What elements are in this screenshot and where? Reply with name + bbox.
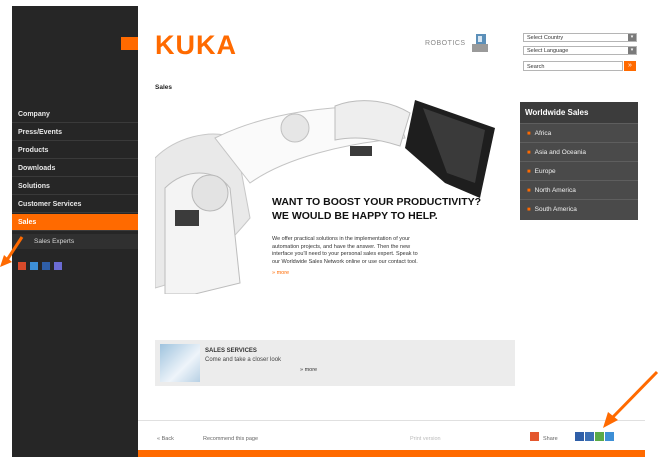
region-link-north-america[interactable]: ■ North America	[520, 180, 638, 199]
search-button[interactable]: »	[624, 61, 636, 71]
sales-services-teaser[interactable]	[155, 340, 515, 386]
footer-accent-bar	[138, 450, 645, 457]
annotation-arrow-left	[0, 236, 24, 267]
delicious-icon[interactable]	[585, 432, 594, 441]
twitter-icon[interactable]	[605, 432, 614, 441]
teaser-more-link[interactable]: » more	[300, 367, 317, 373]
bullet-icon: ■	[527, 207, 531, 213]
share-label[interactable]: Share	[543, 436, 558, 442]
sidebar-item-downloads[interactable]: Downloads	[12, 160, 138, 177]
sidebar-item-solutions[interactable]: Solutions	[12, 178, 138, 195]
region-link-africa[interactable]: ■ Africa	[520, 123, 638, 142]
facebook-icon[interactable]	[42, 262, 50, 270]
print-link[interactable]: Print version	[410, 436, 441, 442]
teaser-description: Come and take a closer look	[205, 357, 282, 363]
sidebar-item-sales[interactable]: Sales	[12, 214, 138, 231]
bullet-icon: ■	[527, 188, 531, 194]
recommend-link[interactable]: Recommend this page	[203, 436, 258, 442]
bullet-icon: ■	[527, 131, 531, 137]
annotation-arrow-right	[603, 370, 659, 428]
sidebar-item-press-events[interactable]: Press/Events	[12, 124, 138, 141]
share-icon[interactable]	[530, 432, 539, 441]
sidebar-item-products[interactable]: Products	[12, 142, 138, 159]
worldwide-sales-title: Worldwide Sales	[520, 102, 638, 123]
bullet-icon: ■	[527, 150, 531, 156]
sidebar-item-customer-services[interactable]: Customer Services	[12, 196, 138, 213]
region-link-europe[interactable]: ■ Europe	[520, 161, 638, 180]
robotics-logo-icon	[472, 34, 488, 52]
page-title: Sales	[155, 84, 172, 91]
language-select[interactable]: Select Language ▾	[523, 46, 637, 55]
sidebar-navigation: Company Press/Events Products Downloads …	[12, 6, 138, 457]
facebook-icon[interactable]	[575, 432, 584, 441]
hero-headline: WANT TO BOOST YOUR PRODUCTIVITY? WE WOUL…	[272, 196, 482, 222]
hero-body-text: We offer practical solutions in the impl…	[272, 236, 418, 265]
teaser-title: SALES SERVICES	[205, 348, 257, 354]
chevron-down-icon: ▾	[628, 47, 636, 54]
back-link[interactable]: « Back	[157, 436, 174, 442]
region-link-asia-oceania[interactable]: ■ Asia and Oceania	[520, 142, 638, 161]
country-select[interactable]: Select Country ▾	[523, 33, 637, 42]
sidebar-item-company[interactable]: Company	[12, 106, 138, 123]
bullet-icon: ■	[527, 169, 531, 175]
flickr-icon[interactable]	[54, 262, 62, 270]
robotics-tagline: ROBOTICS	[425, 40, 466, 47]
bookmark-icon[interactable]	[595, 432, 604, 441]
sidebar-subitem-sales-experts[interactable]: Sales Experts	[12, 234, 138, 249]
kuka-logo[interactable]: KUKA	[155, 30, 237, 61]
hero-more-link[interactable]: » more	[272, 270, 289, 276]
teaser-thumbnail	[160, 344, 200, 382]
footer-divider	[138, 420, 645, 421]
chevron-down-icon: ▾	[628, 34, 636, 41]
brand-marker	[121, 37, 138, 50]
region-link-south-america[interactable]: ■ South America	[520, 199, 638, 218]
search-input[interactable]: Search	[523, 61, 623, 71]
twitter-icon[interactable]	[30, 262, 38, 270]
